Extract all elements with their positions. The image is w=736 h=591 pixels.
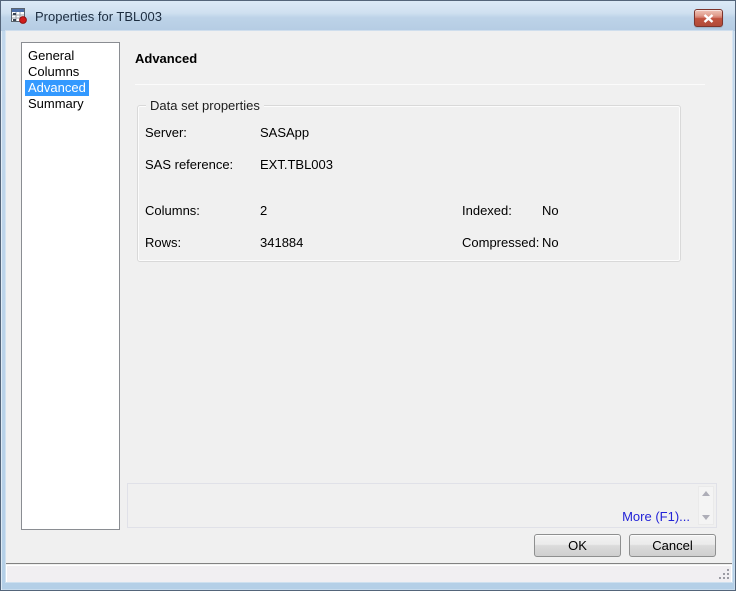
field-value: 341884	[260, 235, 304, 250]
data-table-icon	[11, 8, 27, 24]
sidebar-item-advanced[interactable]: Advanced	[25, 80, 118, 96]
scroll-up-button[interactable]	[699, 487, 713, 500]
field-row-rows-compressed: Rows: 341884 Compressed: No	[138, 236, 678, 250]
ok-button[interactable]: OK	[534, 534, 621, 557]
field-label: Columns:	[145, 203, 200, 218]
field-row-server: Server: SASApp	[138, 126, 678, 140]
sidebar-item-label-selected: Advanced	[25, 80, 89, 96]
status-bar	[6, 565, 732, 582]
scroll-down-button[interactable]	[699, 511, 713, 524]
sidebar-item-label: Summary	[28, 96, 84, 111]
sidebar-item-general[interactable]: General	[25, 48, 118, 64]
field-label: Indexed:	[462, 203, 512, 218]
close-icon	[703, 13, 714, 23]
window-title: Properties for TBL003	[35, 8, 162, 24]
field-label: Server:	[145, 125, 187, 140]
dataset-properties-groupbox: Data set properties Server: SASApp SAS r…	[137, 98, 681, 262]
field-label: Compressed:	[462, 235, 540, 250]
properties-dialog: Properties for TBL003 General Columns Ad…	[0, 0, 736, 591]
sidebar-item-label: Columns	[28, 64, 80, 79]
field-label: Rows:	[145, 235, 182, 250]
cancel-button[interactable]: Cancel	[629, 534, 716, 557]
close-button[interactable]	[694, 9, 723, 27]
status-divider	[6, 563, 732, 564]
resize-grip-icon[interactable]	[717, 567, 730, 580]
sidebar-item-summary[interactable]: Summary	[25, 96, 118, 112]
field-value: No	[542, 235, 559, 250]
page-title: Advanced	[135, 51, 198, 66]
more-help-link[interactable]: More (F1)...	[622, 509, 690, 524]
field-value: 2	[260, 203, 268, 218]
field-row-columns-indexed: Columns: 2 Indexed: No	[138, 204, 678, 218]
sidebar-item-label: General	[28, 48, 75, 63]
field-value: EXT.TBL003	[260, 157, 333, 172]
field-row-sas-reference: SAS reference: EXT.TBL003	[138, 158, 678, 172]
field-value: No	[542, 203, 559, 218]
notes-panel: More (F1)...	[127, 483, 717, 528]
field-value: SASApp	[260, 125, 310, 140]
field-label: SAS reference:	[145, 157, 234, 172]
dialog-client-area: General Columns Advanced Summary Advance…	[6, 31, 732, 582]
groupbox-title: Data set properties	[146, 98, 264, 113]
vertical-scrollbar[interactable]	[698, 486, 714, 525]
triangle-up-icon	[702, 491, 710, 496]
sidebar-item-columns[interactable]: Columns	[25, 64, 118, 80]
category-listbox[interactable]: General Columns Advanced Summary	[21, 42, 120, 530]
heading-divider	[135, 84, 705, 85]
triangle-down-icon	[702, 515, 710, 520]
titlebar[interactable]: Properties for TBL003	[1, 1, 735, 31]
